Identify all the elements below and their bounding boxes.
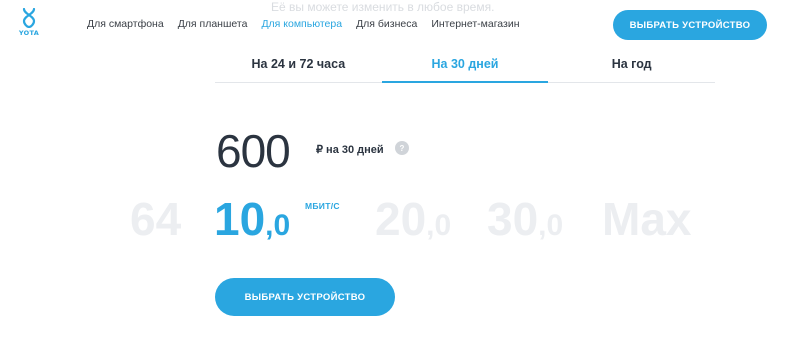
speed-value: 64 [130, 193, 182, 245]
main-nav: Для смартфона Для планшета Для компьютер… [87, 18, 534, 30]
choose-device-button[interactable]: ВЫБРАТЬ УСТРОЙСТВО [215, 278, 395, 316]
nav-item-business[interactable]: Для бизнеса [356, 18, 417, 30]
speed-value: 20 [375, 193, 427, 245]
tariff-price: 600 [216, 125, 291, 177]
help-icon[interactable]: ? [395, 141, 409, 155]
speed-option-10[interactable]: 10,0 [214, 196, 290, 242]
nav-item-computer[interactable]: Для компьютера [261, 18, 342, 30]
tab-30-days[interactable]: На 30 дней [381, 48, 549, 83]
speed-decimal: ,0 [265, 209, 291, 242]
nav-item-tablet[interactable]: Для планшета [178, 18, 248, 30]
period-tabs: На 24 и 72 часа На 30 дней На год [215, 48, 715, 83]
tariff-period: ₽ на 30 дней [316, 144, 384, 156]
header-ghost-text: Её вы можете изменить в любое время. [271, 0, 495, 14]
logo-text: YOTA [18, 29, 40, 37]
nav-item-shop[interactable]: Интернет-магазин [431, 18, 519, 30]
page: YOTA Её вы можете изменить в любое время… [0, 0, 785, 337]
speed-option-20[interactable]: 20,0 [375, 196, 451, 242]
nav-item-smartphone[interactable]: Для смартфона [87, 18, 164, 30]
speed-option-64[interactable]: 64 [130, 196, 181, 242]
tab-year[interactable]: На год [548, 48, 715, 82]
speed-value: 10 [214, 193, 266, 245]
header-choose-device-button[interactable]: ВЫБРАТЬ УСТРОЙСТВО [613, 10, 767, 40]
speed-option-max[interactable]: Max [602, 196, 691, 242]
speed-option-30[interactable]: 30,0 [487, 196, 563, 242]
speed-decimal: ,0 [426, 209, 452, 242]
speed-value: 30 [487, 193, 539, 245]
yota-logo-icon [22, 8, 36, 28]
speed-value: Max [602, 193, 692, 245]
speed-unit: МБИТ/С [305, 201, 340, 211]
tab-24-72-hours[interactable]: На 24 и 72 часа [215, 48, 382, 82]
yota-logo[interactable]: YOTA [18, 8, 40, 42]
speed-decimal: ,0 [538, 209, 564, 242]
